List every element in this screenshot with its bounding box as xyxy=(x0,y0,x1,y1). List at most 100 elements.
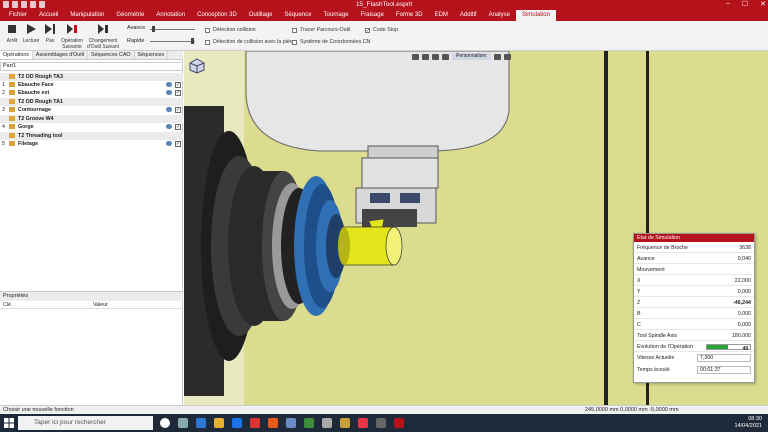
visibility-icon[interactable] xyxy=(166,141,172,146)
app-icon[interactable] xyxy=(322,418,332,428)
menu-fichier[interactable]: Fichier xyxy=(3,10,33,21)
checkbox[interactable] xyxy=(292,27,297,33)
checkbox[interactable]: ✓ xyxy=(365,27,370,33)
step-button[interactable]: Pas xyxy=(40,23,60,44)
op-enable-checkbox[interactable]: ✓ xyxy=(175,90,181,96)
tab-sequences[interactable]: Séquences xyxy=(135,51,169,59)
operation-row[interactable]: 4 Gorge ✓ xyxy=(0,123,183,131)
menu-accueil[interactable]: Accueil xyxy=(33,10,64,21)
part-collision-check[interactable]: Détection de collision avec la pièce xyxy=(205,39,295,45)
tool-group[interactable]: T2 OD Rough TA3 xyxy=(0,73,183,81)
play-button[interactable]: Lecture xyxy=(21,23,41,44)
zoom-icon[interactable] xyxy=(432,53,439,60)
maximize-icon[interactable]: ☐ xyxy=(742,0,748,8)
sim-row: Vitesse Actuelle 7,300 xyxy=(634,353,754,363)
pan-icon[interactable] xyxy=(422,53,429,60)
sim-row: B 0,000 xyxy=(634,309,754,319)
edge-icon[interactable] xyxy=(196,418,206,428)
op-enable-checkbox[interactable]: ✓ xyxy=(175,107,181,113)
zoom-window-icon[interactable] xyxy=(442,53,449,60)
speed-slider-handle[interactable] xyxy=(152,26,156,32)
app-icon[interactable] xyxy=(340,418,350,428)
code-stop-check[interactable]: ✓ Code Stop xyxy=(365,27,398,33)
esprit-icon[interactable] xyxy=(394,418,404,428)
speed-slider[interactable] xyxy=(150,29,195,30)
minimize-icon[interactable]: – xyxy=(726,0,730,8)
trace-toolpath-check[interactable]: Tracer Parcours-Outil xyxy=(292,27,350,33)
clock[interactable]: 08:30 14/04/2021 xyxy=(734,416,762,430)
rotate-icon[interactable] xyxy=(412,53,419,60)
menu-analyse[interactable]: Analyse xyxy=(483,10,516,21)
part-selector[interactable]: Part1 xyxy=(0,62,183,71)
fast-slider-handle[interactable] xyxy=(190,38,194,44)
operation-row[interactable]: 3 Contournage ✓ xyxy=(0,106,183,114)
sim-key: Vitesse Actuelle xyxy=(637,355,675,361)
visibility-icon[interactable] xyxy=(166,90,172,95)
tool-group[interactable]: T2 Threading tool xyxy=(0,132,183,140)
app-icon[interactable] xyxy=(358,418,368,428)
chrome-icon[interactable] xyxy=(250,418,260,428)
tab-operations[interactable]: Opérations xyxy=(0,51,33,59)
checkbox[interactable] xyxy=(205,39,210,45)
checkbox[interactable] xyxy=(292,39,297,45)
sim-value: -46,244 xyxy=(733,300,751,306)
view-mode-select[interactable]: Personnaliser xyxy=(452,53,491,60)
op-enable-checkbox[interactable]: ✓ xyxy=(175,141,181,147)
task-view-icon[interactable] xyxy=(178,418,188,428)
app-icon[interactable] xyxy=(304,418,314,428)
menu-geometrie[interactable]: Géométrie xyxy=(110,10,150,21)
windows-start-icon[interactable] xyxy=(4,418,14,428)
cnc-coordinate-check[interactable]: Système de Coordonnées CN xyxy=(292,39,370,45)
menu-edm[interactable]: EDM xyxy=(429,10,454,21)
sim-key: X xyxy=(637,278,641,284)
close-icon[interactable]: ✕ xyxy=(760,0,766,8)
turning-op-icon xyxy=(9,107,15,112)
menu-outillage[interactable]: Outillage xyxy=(243,10,279,21)
collision-detection-check[interactable]: Détection collision xyxy=(205,27,256,33)
view-options-icon[interactable] xyxy=(493,53,501,60)
menu-simulation[interactable]: Simulation xyxy=(515,10,556,21)
menu-additif[interactable]: Additif xyxy=(454,10,483,21)
tool-group[interactable]: T2 OD Rough TA1 xyxy=(0,98,183,106)
checkbox[interactable] xyxy=(205,27,210,33)
menu-fraisage[interactable]: Fraisage xyxy=(355,10,390,21)
next-tool-change-button[interactable]: Changement d'Outil Suivant xyxy=(86,23,120,50)
office-icon[interactable] xyxy=(268,418,278,428)
file-explorer-icon[interactable] xyxy=(214,418,224,428)
menu-conception-3d[interactable]: Conception 3D xyxy=(191,10,243,21)
visibility-icon[interactable] xyxy=(166,124,172,129)
app-icon[interactable] xyxy=(286,418,296,428)
op-number: 2 xyxy=(2,90,5,96)
check-label: Tracer Parcours-Outil xyxy=(300,27,351,33)
sim-value: 0,000 xyxy=(737,289,751,295)
menu-sequence[interactable]: Séquence xyxy=(279,10,318,21)
operation-row[interactable]: 5 Filetage ✓ xyxy=(0,140,183,148)
op-enable-checkbox[interactable]: ✓ xyxy=(175,82,181,88)
operation-row[interactable]: 1 Ebauche Face ✓ xyxy=(0,81,183,89)
fast-slider[interactable] xyxy=(150,41,195,42)
menu-forme-3d[interactable]: Forme 3D xyxy=(390,10,429,21)
display-options-icon[interactable] xyxy=(503,53,511,60)
operation-row[interactable]: 2 Ebauche ext ✓ xyxy=(0,89,183,97)
stop-button[interactable]: Arrêt xyxy=(2,23,22,44)
turning-op-icon xyxy=(9,82,15,87)
sim-row: Y 0,000 xyxy=(634,287,754,297)
visibility-icon[interactable] xyxy=(166,107,172,112)
cortana-icon[interactable] xyxy=(160,418,170,428)
taskbar-search-input[interactable]: Taper ici pour rechercher xyxy=(18,416,153,430)
app-icon[interactable] xyxy=(376,418,386,428)
menu-annotation[interactable]: Annotation xyxy=(150,10,191,21)
tab-tool-assemblies[interactable]: Assemblages d'Outil xyxy=(33,51,89,59)
app-icon[interactable] xyxy=(232,418,242,428)
tab-cad-sequences[interactable]: Séquences CAO xyxy=(88,51,135,59)
tool-group[interactable]: T2 Groove W4 xyxy=(0,115,183,123)
menu-manipulation[interactable]: Manipulation xyxy=(64,10,110,21)
menu-tournage[interactable]: Tournage xyxy=(318,10,355,21)
view-cube-icon[interactable] xyxy=(189,58,205,74)
visibility-icon[interactable] xyxy=(166,82,172,87)
next-operation-button[interactable]: Opération Suivante xyxy=(60,23,84,50)
sim-key: Mouvement xyxy=(637,267,665,273)
sim-value: 0,040 xyxy=(737,256,751,262)
op-enable-checkbox[interactable]: ✓ xyxy=(175,124,181,130)
op-number: 1 xyxy=(2,82,5,88)
